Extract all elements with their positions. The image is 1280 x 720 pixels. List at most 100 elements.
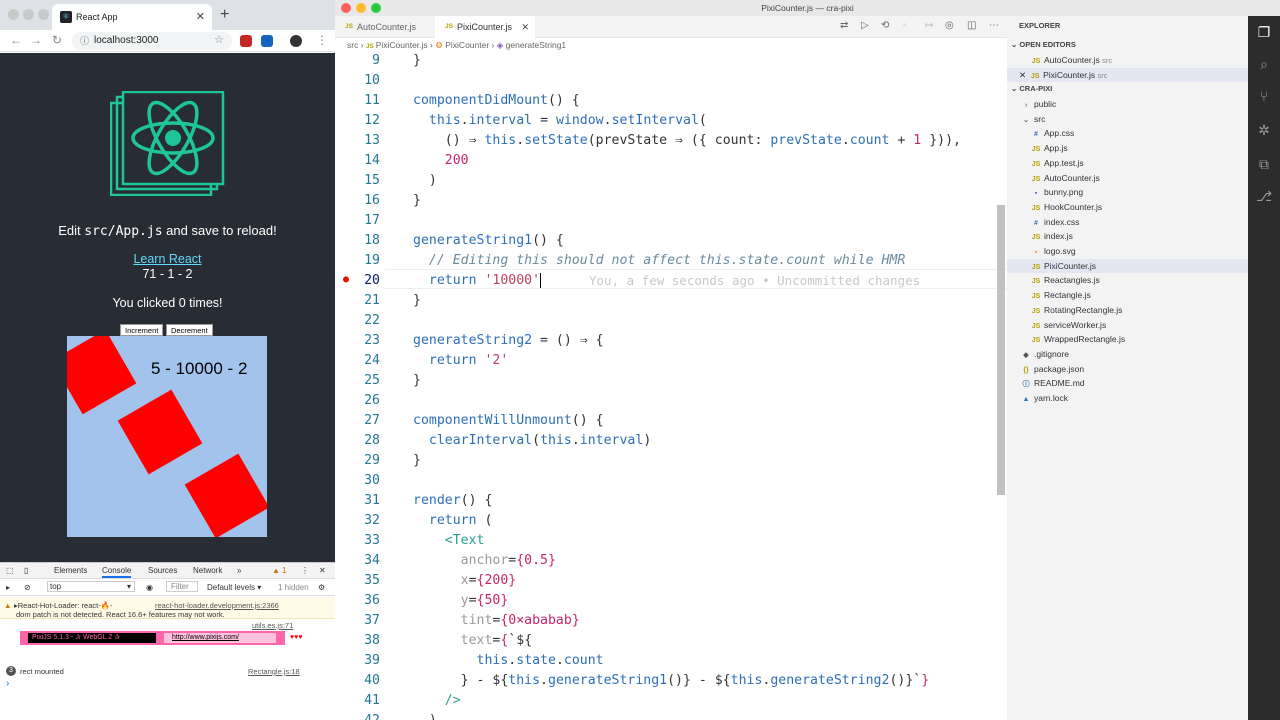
git-history-icon[interactable]: ⎇ (1256, 188, 1272, 204)
rect-source-link[interactable]: Rectangle.js:18 (248, 667, 328, 676)
zoom-window-button[interactable] (371, 3, 381, 13)
breadcrumb-src[interactable]: src (347, 40, 358, 50)
tree-file[interactable]: JS Rectangle.js (1007, 288, 1248, 303)
tree-file[interactable]: JS Reactangles.js (1007, 273, 1248, 288)
tree-file[interactable]: JS RotatingRectangle.js (1007, 303, 1248, 318)
sidebar-toggle-icon[interactable]: ▸ (6, 583, 10, 592)
open-editor-item[interactable]: JS AutoCounter.js src (1007, 53, 1248, 68)
tree-file[interactable]: ⓘ README.md (1007, 376, 1248, 391)
tree-file[interactable]: JS App.js (1007, 141, 1248, 156)
open-editors-header[interactable]: ⌄ OPEN EDITORS (1007, 38, 1248, 53)
next-change-icon[interactable]: ↦ (925, 20, 933, 31)
new-tab-icon[interactable]: + (220, 6, 229, 24)
tree-folder[interactable]: ⌄ src (1007, 112, 1248, 127)
tree-file[interactable]: ◆ .gitignore (1007, 347, 1248, 362)
debug-icon[interactable]: ✲ (1256, 122, 1272, 138)
go-back-icon[interactable]: ⟲ (881, 20, 889, 31)
close-window-button[interactable] (341, 3, 351, 13)
tree-file[interactable]: JS serviceWorker.js (1007, 318, 1248, 333)
tab-pixicounter[interactable]: JS PixiCounter.js ✕ (435, 16, 535, 38)
reload-icon[interactable]: ↻ (52, 33, 62, 47)
minimize-window-button[interactable] (356, 3, 366, 13)
clear-console-icon[interactable]: ⊘ (24, 583, 31, 592)
eye-icon[interactable]: ◉ (146, 583, 153, 592)
tree-file[interactable]: # index.css (1007, 215, 1248, 230)
project-label: CRA-PIXI (1019, 84, 1053, 93)
breadcrumb-class[interactable]: PixiCounter (445, 40, 489, 50)
source-control-icon[interactable]: ⑂ (1256, 88, 1272, 104)
device-toggle-icon[interactable]: ▯ (24, 566, 28, 575)
filter-input[interactable]: Filter (166, 581, 198, 592)
close-tab-icon[interactable]: ✕ (196, 4, 205, 30)
tree-file[interactable]: JS HookCounter.js (1007, 200, 1248, 215)
info-icon[interactable]: ⓘ (80, 32, 89, 50)
warning-source-link[interactable]: react-hot-loader.development.js:2366 (155, 601, 325, 610)
extensions-icon[interactable]: ⧉ (1256, 156, 1272, 172)
previous-change-icon[interactable]: ◦ (903, 20, 907, 31)
tree-file[interactable]: JS App.test.js (1007, 156, 1248, 171)
console-prompt[interactable]: › (6, 678, 341, 689)
minimize-window-dot[interactable] (23, 9, 34, 20)
code-area[interactable]: ● 9 10 11 12 13 14 15 16 17 18 19 20 21 22 23 24 25 26 27 2… (335, 50, 1007, 720)
run-icon[interactable]: ▷ (861, 20, 869, 31)
tab-sources[interactable]: Sources (148, 566, 177, 575)
react-favicon-icon: ⚛ (60, 11, 72, 23)
tree-item-name: logo.svg (1044, 246, 1076, 256)
more-actions-icon[interactable]: ⋯ (989, 20, 999, 31)
back-icon[interactable]: ← (10, 33, 22, 47)
context-select[interactable]: top ▾ (47, 581, 135, 592)
tree-file[interactable]: {} package.json (1007, 362, 1248, 377)
tree-folder[interactable]: › public (1007, 97, 1248, 112)
zoom-window-dot[interactable] (38, 9, 49, 20)
tab-network[interactable]: Network (193, 566, 222, 575)
code-line: this.state.count (476, 653, 604, 668)
pixi-stage[interactable]: 5 - 10000 - 2 (67, 336, 267, 537)
close-editor-icon[interactable]: ✕ (1019, 70, 1026, 80)
more-tabs-icon[interactable]: » (237, 566, 241, 575)
tree-file[interactable]: ▲ yarn.lock (1007, 391, 1248, 406)
project-header[interactable]: ⌄ CRA-PIXI (1007, 82, 1248, 97)
console-settings-icon[interactable]: ⚙ (318, 583, 325, 592)
devtools-menu-icon[interactable]: ⋮ (301, 566, 309, 575)
open-editor-item[interactable]: ✕ JS PixiCounter.js src (1007, 67, 1248, 83)
breadcrumb-method[interactable]: generateString1 (506, 40, 567, 50)
address-bar[interactable]: ⓘ localhost:3000 (72, 32, 232, 50)
tree-file[interactable]: JS AutoCounter.js (1007, 171, 1248, 186)
tab-autocounter[interactable]: JS AutoCounter.js (335, 16, 435, 38)
profile-avatar[interactable] (290, 35, 302, 47)
split-editor-icon[interactable]: ◫ (967, 20, 976, 31)
learn-react-link[interactable]: Learn React (0, 252, 335, 266)
tree-file[interactable]: ▪ logo.svg (1007, 244, 1248, 259)
tree-file[interactable]: JS WrappedRectangle.js (1007, 332, 1248, 347)
editor-scrollbar[interactable] (997, 205, 1005, 495)
close-window-dot[interactable] (8, 9, 19, 20)
inspect-icon[interactable]: ⬚ (6, 566, 14, 575)
menu-kebab-icon[interactable]: ⋮ (316, 33, 328, 47)
increment-button[interactable]: Increment (120, 324, 164, 336)
search-icon[interactable]: ⌕ (1256, 56, 1272, 72)
extension-box-icon[interactable] (261, 35, 273, 47)
files-icon[interactable]: ❐ (1256, 24, 1272, 40)
warning-count-badge[interactable]: ▲ 1 (272, 566, 287, 575)
line-number: 30 (364, 473, 380, 488)
tree-file[interactable]: ▪ bunny.png (1007, 185, 1248, 200)
toggle-blame-icon[interactable]: ◎ (945, 20, 954, 31)
tab-elements[interactable]: Elements (54, 566, 87, 575)
tree-file[interactable]: JS index.js (1007, 229, 1248, 244)
devtools-close-icon[interactable]: ✕ (319, 566, 326, 575)
tree-file[interactable]: # App.css (1007, 126, 1248, 141)
levels-dropdown[interactable]: Default levels ▾ (207, 583, 261, 592)
forward-icon[interactable]: → (30, 33, 42, 47)
decrement-button[interactable]: Decrement (166, 324, 213, 336)
close-tab-icon[interactable]: ✕ (521, 16, 529, 38)
browser-tab[interactable]: ⚛ React App ✕ (52, 4, 212, 30)
breadcrumb-file[interactable]: PixiCounter.js (376, 40, 428, 50)
tree-item-name: App.test.js (1044, 157, 1084, 168)
tab-console[interactable]: Console (102, 566, 132, 578)
console-warning[interactable]: ▲ ▸React-Hot-Loader: react-🔥- react-hot-… (0, 597, 335, 619)
pixi-url-link[interactable]: http://www.pixijs.com/ (164, 633, 276, 643)
compare-icon[interactable]: ⇄ (840, 20, 848, 31)
tree-file[interactable]: JS PixiCounter.js (1007, 258, 1248, 274)
extension-shield-icon[interactable] (240, 35, 252, 47)
bookmark-star-icon[interactable]: ☆ (214, 33, 224, 46)
